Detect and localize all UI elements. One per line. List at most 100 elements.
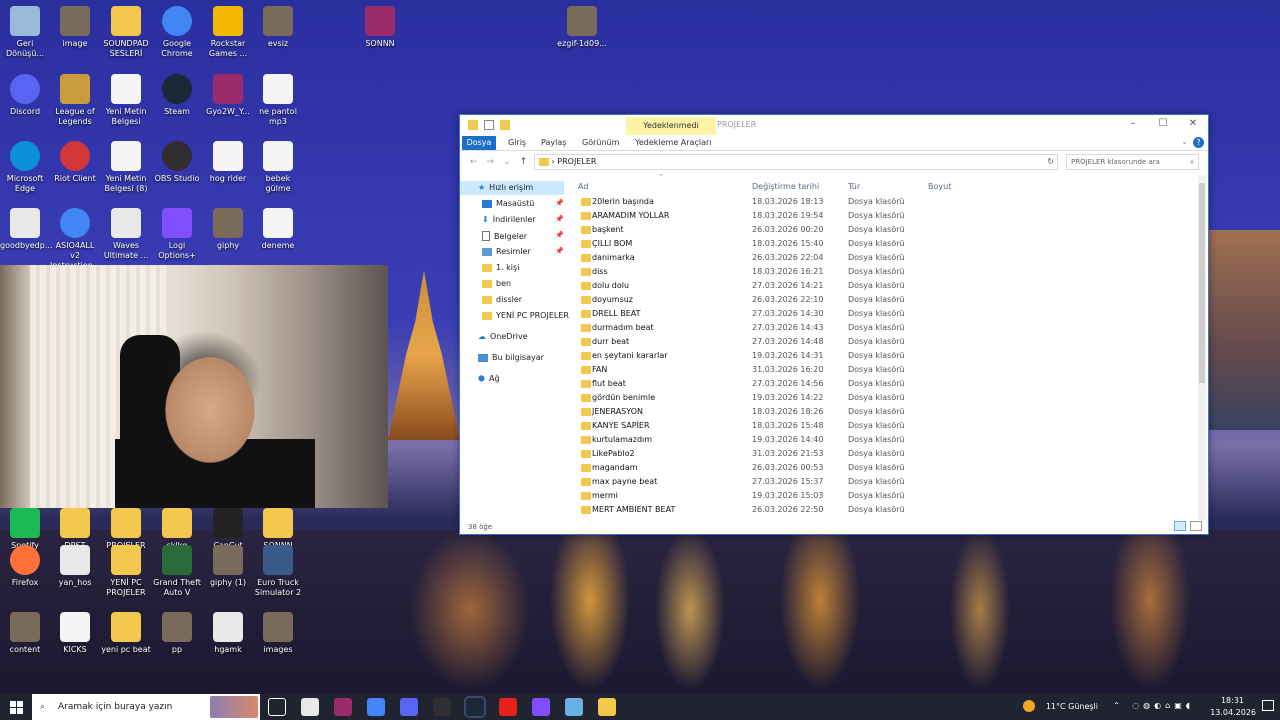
winrar-icon[interactable] (334, 698, 352, 716)
tab-yedekleme-araclari[interactable]: Yedekleme Araçları (635, 136, 711, 150)
desktop-icon-item[interactable]: Rockstar Games ... (203, 6, 253, 59)
chrome-icon[interactable] (367, 698, 385, 716)
vertical-scrollbar[interactable] (1198, 175, 1206, 520)
tab-dosya[interactable]: Dosya (462, 136, 496, 150)
file-row[interactable]: magandam 26.03.2026 00:53 Dosya klasörü (578, 461, 908, 475)
chevron-up-icon[interactable]: ⌃ (1113, 701, 1120, 710)
nav-item-ben[interactable]: ben (482, 279, 511, 288)
desktop-icon-item[interactable]: Yeni Metin Belgesi (8) (101, 141, 151, 194)
start-button[interactable] (0, 694, 32, 720)
file-row[interactable]: DRELL BEAT 27.03.2026 14:30 Dosya klasörü (578, 307, 908, 321)
file-row[interactable]: ÇILLI BOM 18.03.2026 15:40 Dosya klasörü (578, 237, 908, 251)
nav-item-quick-access[interactable]: ★ Hızlı erişim (478, 183, 533, 192)
file-row[interactable]: diss 18.03.2026 16:21 Dosya klasörü (578, 265, 908, 279)
file-row[interactable]: doyumsuz 26.03.2026 22:10 Dosya klasörü (578, 293, 908, 307)
weather-text[interactable]: 11°C Güneşli (1046, 702, 1098, 711)
recent-chevron-icon[interactable]: ⌄ (503, 157, 511, 167)
desktop-icon-item[interactable]: Firefox (0, 545, 50, 588)
tab-giris[interactable]: Giriş (508, 136, 526, 150)
file-row[interactable]: mermi 19.03.2026 15:03 Dosya klasörü (578, 489, 908, 503)
logi-icon[interactable] (532, 698, 550, 716)
youtube-icon[interactable] (499, 698, 517, 716)
up-arrow-icon[interactable]: ↑ (520, 157, 528, 167)
file-row[interactable]: KANYE SAPİER 18.03.2026 15:48 Dosya klasör… (578, 419, 908, 433)
file-row[interactable]: gördün benimle 19.03.2026 14:22 Dosya klas… (578, 391, 908, 405)
pin-icon[interactable]: 📌 (555, 247, 564, 255)
desktop-icon-item[interactable]: hgamk (203, 612, 253, 655)
refresh-icon[interactable]: ↻ (1047, 155, 1054, 169)
desktop-icon-item[interactable]: goodbyedp... (0, 208, 52, 251)
nav-item-network[interactable]: ⬢ Ağ (478, 374, 500, 383)
notepad-icon[interactable] (565, 698, 583, 716)
desktop-icon-item[interactable]: hog rider (203, 141, 253, 184)
nav-item-pictures[interactable]: Resimler (482, 247, 531, 256)
desktop-icon-item[interactable]: SOUNDPAD SESLERİ (101, 6, 151, 59)
notification-icon[interactable] (1262, 700, 1274, 711)
desktop-icon-item[interactable]: ASIO4ALL v2 Instruction... (50, 208, 100, 271)
title-bar[interactable]: Yedeklenmedi PROJELER – ☐ ✕ (460, 115, 1208, 135)
large-icons-view-icon[interactable] (1190, 521, 1202, 531)
new-folder-icon[interactable] (500, 120, 510, 130)
desktop-icon-item[interactable]: SONNN (355, 6, 405, 49)
tab-paylas[interactable]: Paylaş (541, 136, 566, 150)
desktop-icon-item[interactable]: Microsoft Edge (0, 141, 50, 194)
chevron-down-icon[interactable]: ⌄ (1181, 137, 1188, 146)
file-row[interactable]: MERT AMBIENT BEAT 26.03.2026 22:50 Dosya k… (578, 503, 908, 517)
file-row[interactable]: max payne beat 27.03.2026 15:37 Dosya klas… (578, 475, 908, 489)
desktop-icon-item[interactable]: ezgif-1d09... (557, 6, 607, 49)
close-button[interactable]: ✕ (1178, 115, 1208, 133)
details-view-icon[interactable] (1174, 521, 1186, 531)
file-row[interactable]: durr beat 27.03.2026 14:48 Dosya klasörü (578, 335, 908, 349)
address-text[interactable]: PROJELER (557, 157, 596, 166)
desktop-icon-item[interactable]: Waves Ultimate ... (101, 208, 151, 261)
column-header-name[interactable]: Ad (578, 182, 588, 191)
desktop-icon-item[interactable]: Grand Theft Auto V (152, 545, 202, 598)
column-header-size[interactable]: Boyut (928, 182, 951, 191)
folder-icon[interactable] (468, 120, 478, 130)
help-icon[interactable]: ? (1193, 137, 1204, 148)
desktop-icon-item[interactable]: pp (152, 612, 202, 655)
desktop-icon-item[interactable]: Riot Client (50, 141, 100, 184)
desktop-icon-item[interactable]: giphy (1) (203, 545, 253, 588)
taskbar-search-input[interactable]: ⌕ Aramak için buraya yazın (32, 694, 260, 720)
nav-item-1-kisi[interactable]: 1. kişi (482, 263, 519, 272)
forward-arrow-icon[interactable]: → (487, 157, 495, 167)
tab-gorunum[interactable]: Görünüm (582, 136, 619, 150)
properties-icon[interactable] (484, 120, 494, 130)
desktop-icon-item[interactable]: Discord (0, 74, 50, 117)
obs-icon[interactable] (433, 698, 451, 716)
nav-item-yeni-pc-projeler[interactable]: YENİ PC PROJELER (482, 311, 569, 320)
nav-item-this-pc[interactable]: Bu bilgisayar (478, 353, 544, 362)
file-row[interactable]: FAN 31.03.2026 16:20 Dosya klasörü (578, 363, 908, 377)
file-row[interactable]: JENERASYON 18.03.2026 18:26 Dosya klasörü (578, 405, 908, 419)
pin-icon[interactable]: 📌 (555, 199, 564, 207)
desktop-icon-item[interactable]: Euro Truck Simulator 2 (253, 545, 303, 598)
desktop-icon-item[interactable]: Logi Options+ (152, 208, 202, 261)
maximize-button[interactable]: ☐ (1148, 115, 1178, 133)
desktop-icon-item[interactable]: Geri Dönüşü... (0, 6, 50, 59)
desktop-icon-item[interactable]: KICKS (50, 612, 100, 655)
file-row[interactable]: başkent 26.03.2026 00:20 Dosya klasörü (578, 223, 908, 237)
pin-icon[interactable]: 📌 (555, 215, 564, 223)
weather-icon[interactable] (1023, 700, 1035, 712)
file-row[interactable]: en şeytani kararlar 19.03.2026 14:31 Dosya… (578, 349, 908, 363)
desktop-icon-item[interactable]: ne pantol mp3 (253, 74, 303, 127)
desktop-icon-item[interactable]: yan_hos (50, 545, 100, 588)
nav-item-downloads[interactable]: ⬇ İndirilenler (482, 215, 536, 224)
tab-yedeklenmedi[interactable]: Yedeklenmedi (626, 117, 716, 135)
nav-item-documents[interactable]: Belgeler (482, 231, 527, 241)
discord-icon[interactable] (400, 698, 418, 716)
clock-date[interactable]: 13.04.2026 (1210, 708, 1256, 717)
steam-icon[interactable] (464, 696, 486, 718)
nav-item-onedrive[interactable]: ☁ OneDrive (478, 332, 528, 341)
back-arrow-icon[interactable]: ← (470, 157, 478, 167)
search-input[interactable]: PROJELER klasorunde ara ⌕ (1066, 154, 1199, 170)
task-view-icon[interactable] (268, 698, 286, 716)
column-header-date[interactable]: Değiştirme tarihi (752, 182, 819, 191)
desktop-icon-item[interactable]: Google Chrome (152, 6, 202, 59)
file-row[interactable]: ARAMADIM YOLLAR 18.03.2026 19:54 Dosya kla… (578, 209, 908, 223)
desktop-icon-item[interactable]: deneme (253, 208, 303, 251)
desktop-icon-item[interactable]: giphy (203, 208, 253, 251)
file-row[interactable]: LikePablo2 31.03.2026 21:53 Dosya klasörü (578, 447, 908, 461)
nav-item-dissler[interactable]: dissler (482, 295, 522, 304)
